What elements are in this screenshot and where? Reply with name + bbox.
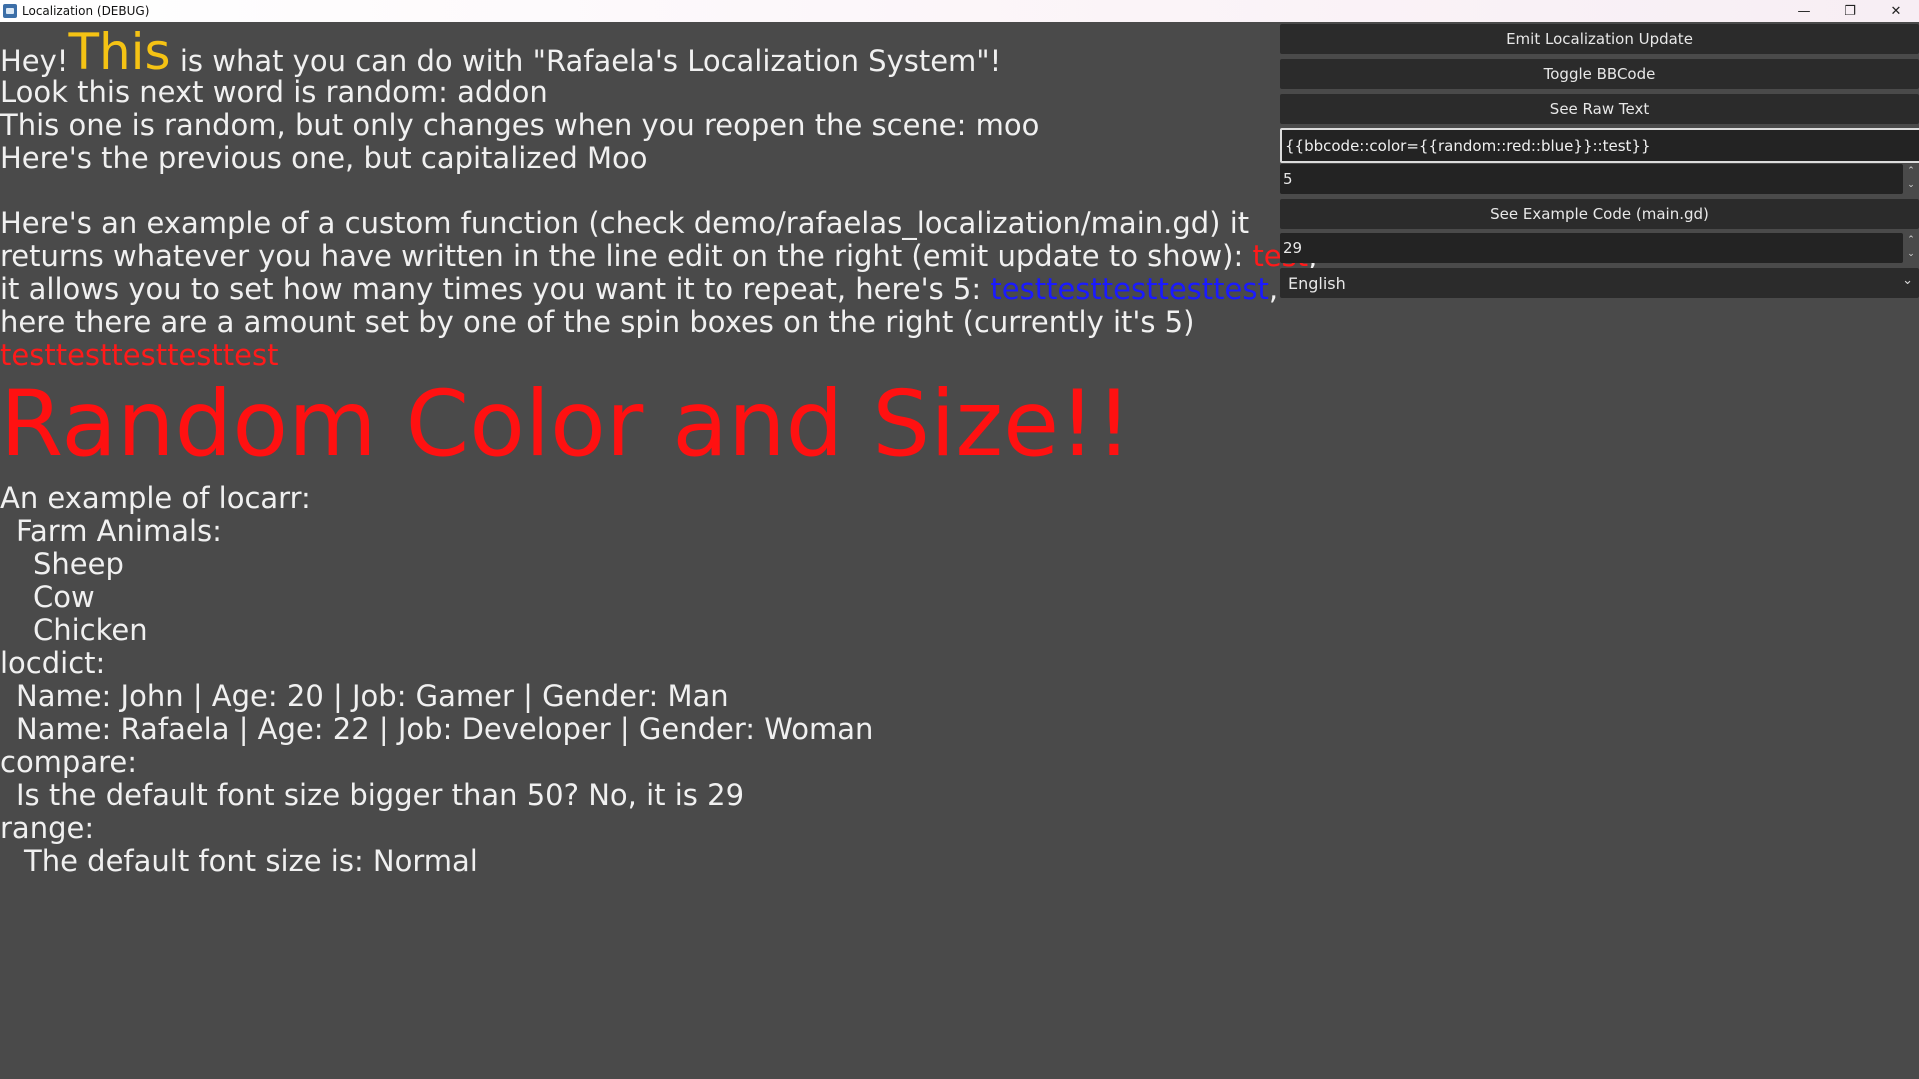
intro-line: Hey!This is what you can do with "Rafael… <box>0 22 1275 81</box>
spin-arrows-icon[interactable]: ⌃ ⌄ <box>1903 164 1919 194</box>
custom-text-line-edit[interactable]: {{bbcode::color={{random::red::blue}}::t… <box>1280 128 1919 163</box>
localized-rich-text: Hey!This is what you can do with "Rafael… <box>0 22 1317 1079</box>
close-button[interactable]: ✕ <box>1873 0 1919 22</box>
window-title: Localization (DEBUG) <box>22 4 150 18</box>
window-titlebar: Localization (DEBUG) — ❐ ✕ <box>0 0 1919 22</box>
control-panel: Emit Localization Update Toggle BBCode S… <box>1280 22 1919 1079</box>
minimize-button[interactable]: — <box>1781 0 1827 22</box>
capitalized-line: Here's the previous one, but capitalized… <box>0 141 648 175</box>
spin-arrows-icon[interactable]: ⌃ ⌄ <box>1903 233 1919 263</box>
app-icon <box>3 4 17 18</box>
restore-button[interactable]: ❐ <box>1827 0 1873 22</box>
language-select[interactable]: English ⌄ <box>1280 268 1919 298</box>
repeat-count-spinbox[interactable]: 5 ⌃ ⌄ <box>1280 164 1919 194</box>
font-size-field[interactable]: 29 <box>1280 233 1903 263</box>
this-highlight: This <box>68 23 171 81</box>
font-size-spinbox[interactable]: 29 ⌃ ⌄ <box>1280 233 1919 263</box>
window-controls: — ❐ ✕ <box>1781 0 1919 22</box>
emit-localization-update-button[interactable]: Emit Localization Update <box>1280 24 1919 54</box>
chevron-down-icon: ⌄ <box>1902 273 1913 288</box>
see-example-code-button[interactable]: See Example Code (main.gd) <box>1280 199 1919 229</box>
language-value: English <box>1288 273 1346 293</box>
repeat-result-blue: testtesttesttesttest <box>990 272 1269 306</box>
comma: , <box>1268 272 1279 306</box>
custom-text: it allows you to set how many times you … <box>0 272 991 306</box>
see-raw-text-button[interactable]: See Raw Text <box>1280 94 1919 124</box>
random-color-size-text: Random Color and Size!! <box>0 372 1133 477</box>
repeat-count-field[interactable]: 5 <box>1280 164 1903 194</box>
range-line: The default font size is: Normal <box>24 844 478 878</box>
toggle-bbcode-button[interactable]: Toggle BBCode <box>1280 59 1919 89</box>
custom-text: returns whatever you have written in the… <box>0 239 1253 273</box>
